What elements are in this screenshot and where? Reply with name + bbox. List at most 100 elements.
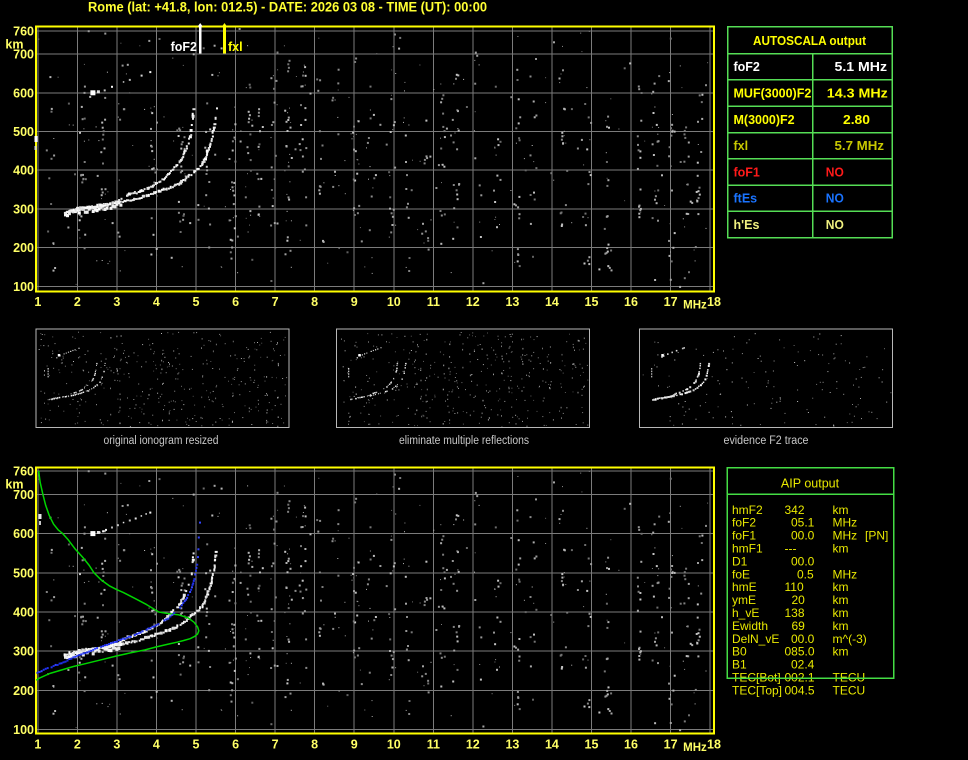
svg-text:original ionogram resized: original ionogram resized bbox=[104, 435, 219, 447]
svg-text:B1: B1 bbox=[732, 658, 747, 672]
svg-text:004.5: 004.5 bbox=[785, 683, 815, 697]
svg-text:2.80: 2.80 bbox=[843, 113, 870, 127]
svg-text:00.0: 00.0 bbox=[791, 529, 815, 543]
svg-text:AIP output: AIP output bbox=[781, 477, 840, 491]
svg-text:foF2: foF2 bbox=[734, 60, 760, 74]
svg-text:4: 4 bbox=[153, 738, 160, 752]
svg-text:17: 17 bbox=[664, 738, 678, 752]
svg-text:km: km bbox=[833, 542, 849, 556]
svg-text:12: 12 bbox=[466, 295, 480, 309]
svg-text:1: 1 bbox=[34, 738, 41, 752]
svg-text:km: km bbox=[5, 477, 23, 491]
svg-text:10: 10 bbox=[387, 295, 401, 309]
svg-text:km: km bbox=[833, 619, 849, 633]
svg-text:342: 342 bbox=[785, 503, 805, 517]
svg-text:NO: NO bbox=[826, 165, 844, 179]
svg-text:foF2: foF2 bbox=[732, 516, 756, 530]
svg-text:km: km bbox=[5, 37, 23, 51]
svg-text:Rome (lat: +41.8, lon: 012.5): Rome (lat: +41.8, lon: 012.5) - DATE: 20… bbox=[88, 0, 487, 15]
svg-text:ftEs: ftEs bbox=[734, 192, 758, 206]
svg-text:km: km bbox=[833, 503, 849, 517]
svg-text:0.5: 0.5 bbox=[797, 567, 814, 581]
svg-text:MHz: MHz bbox=[683, 742, 707, 754]
svg-text:D1: D1 bbox=[732, 554, 748, 568]
svg-text:km: km bbox=[833, 645, 849, 659]
svg-text:Ewidth: Ewidth bbox=[732, 619, 768, 633]
svg-text:17: 17 bbox=[664, 295, 678, 309]
svg-text:5.1 MHz: 5.1 MHz bbox=[835, 60, 888, 74]
svg-text:69: 69 bbox=[792, 619, 806, 633]
svg-text:2: 2 bbox=[74, 738, 81, 752]
svg-text:10: 10 bbox=[387, 738, 401, 752]
svg-text:15: 15 bbox=[585, 295, 599, 309]
svg-text:TEC[Top]: TEC[Top] bbox=[732, 683, 782, 697]
svg-text:16: 16 bbox=[624, 738, 638, 752]
svg-text:km: km bbox=[833, 593, 849, 607]
svg-text:TECU: TECU bbox=[833, 683, 866, 697]
svg-text:NO: NO bbox=[826, 218, 844, 232]
svg-text:AUTOSCALA output: AUTOSCALA output bbox=[753, 33, 867, 48]
svg-text:fxl: fxl bbox=[228, 40, 243, 54]
svg-text:hmF1: hmF1 bbox=[732, 542, 763, 556]
svg-text:hmF2: hmF2 bbox=[732, 503, 763, 517]
svg-text:3: 3 bbox=[113, 738, 120, 752]
svg-text:200: 200 bbox=[13, 241, 34, 255]
svg-text:600: 600 bbox=[13, 527, 34, 541]
svg-text:M(3000)F2: M(3000)F2 bbox=[734, 113, 795, 127]
svg-text:760: 760 bbox=[13, 464, 34, 478]
svg-text:h_vE: h_vE bbox=[732, 606, 759, 620]
svg-text:13: 13 bbox=[505, 295, 519, 309]
svg-text:11: 11 bbox=[427, 738, 440, 752]
svg-text:1: 1 bbox=[34, 295, 41, 309]
svg-text:100: 100 bbox=[13, 723, 34, 737]
svg-text:---: --- bbox=[785, 542, 797, 556]
svg-text:300: 300 bbox=[13, 202, 34, 216]
svg-text:500: 500 bbox=[13, 125, 34, 139]
svg-text:138: 138 bbox=[785, 606, 805, 620]
svg-text:760: 760 bbox=[13, 24, 34, 38]
svg-text:hmE: hmE bbox=[732, 580, 757, 594]
svg-text:eliminate multiple reflections: eliminate multiple reflections bbox=[399, 435, 529, 447]
svg-text:110: 110 bbox=[785, 580, 804, 594]
svg-text:evidence F2 trace: evidence F2 trace bbox=[724, 435, 809, 447]
svg-text:9: 9 bbox=[351, 738, 358, 752]
svg-text:MHz: MHz bbox=[683, 300, 707, 312]
svg-text:MHz: MHz bbox=[833, 567, 858, 581]
svg-text:02.4: 02.4 bbox=[791, 658, 815, 672]
svg-text:MUF(3000)F2: MUF(3000)F2 bbox=[734, 87, 812, 101]
svg-text:NO: NO bbox=[826, 192, 844, 206]
svg-text:14: 14 bbox=[545, 295, 559, 309]
svg-text:400: 400 bbox=[13, 164, 34, 178]
svg-text:MHz: MHz bbox=[833, 516, 858, 530]
svg-text:km: km bbox=[833, 606, 849, 620]
svg-text:13: 13 bbox=[505, 738, 519, 752]
svg-text:6: 6 bbox=[232, 738, 239, 752]
svg-text:7: 7 bbox=[272, 295, 279, 309]
svg-text:11: 11 bbox=[427, 295, 440, 309]
svg-text:h'Es: h'Es bbox=[734, 218, 760, 232]
svg-text:400: 400 bbox=[13, 606, 34, 620]
svg-text:5: 5 bbox=[193, 738, 200, 752]
svg-text:m^(-3): m^(-3) bbox=[833, 632, 867, 646]
svg-text:00.0: 00.0 bbox=[791, 554, 815, 568]
svg-text:18: 18 bbox=[707, 295, 721, 309]
svg-text:3: 3 bbox=[113, 295, 120, 309]
svg-text:5: 5 bbox=[193, 295, 200, 309]
svg-text:300: 300 bbox=[13, 645, 34, 659]
svg-text:4: 4 bbox=[153, 295, 160, 309]
svg-text:B0: B0 bbox=[732, 645, 747, 659]
svg-text:MHz: MHz bbox=[833, 529, 858, 543]
svg-text:14.3 MHz: 14.3 MHz bbox=[827, 87, 888, 101]
svg-text:km: km bbox=[833, 580, 849, 594]
svg-text:2: 2 bbox=[74, 295, 81, 309]
svg-text:14: 14 bbox=[545, 738, 559, 752]
svg-text:100: 100 bbox=[13, 280, 34, 294]
svg-text:00.0: 00.0 bbox=[791, 632, 815, 646]
svg-text:[PN]: [PN] bbox=[865, 529, 888, 543]
svg-text:fxl: fxl bbox=[734, 139, 749, 153]
svg-text:5.7 MHz: 5.7 MHz bbox=[835, 139, 885, 153]
svg-text:15: 15 bbox=[585, 738, 599, 752]
svg-text:8: 8 bbox=[311, 738, 318, 752]
svg-text:8: 8 bbox=[311, 295, 318, 309]
svg-text:12: 12 bbox=[466, 738, 480, 752]
